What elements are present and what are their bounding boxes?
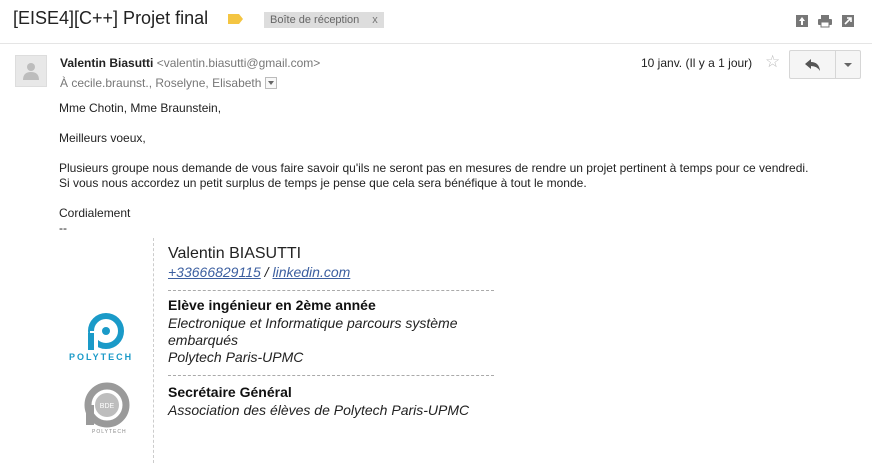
signature-school: Polytech Paris-UPMC bbox=[168, 349, 304, 365]
sender-email: <valentin.biasutti@gmail.com> bbox=[156, 56, 321, 70]
print-icon[interactable] bbox=[818, 14, 832, 28]
signature-name: Valentin BIASUTTI bbox=[168, 245, 302, 262]
recipients-line: À cecile.braunst., Roselyne, Elisabeth bbox=[60, 76, 278, 90]
inbox-label-text: Boîte de réception bbox=[270, 14, 360, 26]
sender-name[interactable]: Valentin Biasutti bbox=[60, 56, 153, 70]
linkedin-link[interactable]: linkedin.com bbox=[272, 264, 350, 280]
message-paragraph: Plusieurs groupe nous demande de vous fa… bbox=[59, 161, 809, 190]
link-separator: / bbox=[260, 264, 273, 280]
chevron-down-icon bbox=[844, 62, 852, 67]
signature-divider bbox=[153, 238, 154, 463]
bde-logo: BDE POLYTECH bbox=[84, 382, 130, 438]
signature-rule bbox=[168, 290, 494, 291]
subject-title: [EISE4][C++] Projet final bbox=[13, 8, 209, 28]
star-icon[interactable]: ☆ bbox=[765, 53, 780, 70]
signature-separator: -- bbox=[59, 221, 67, 235]
message-body: Mme Chotin, Mme Braunstein, Meilleurs vo… bbox=[59, 101, 819, 236]
greeting-text: Mme Chotin, Mme Braunstein, bbox=[59, 101, 222, 115]
signature-role-student: Elève ingénieur en 2ème année bbox=[168, 297, 376, 313]
more-options-button[interactable] bbox=[836, 51, 860, 78]
remove-label-button[interactable]: x bbox=[372, 14, 378, 26]
bde-logo-text: BDE bbox=[100, 403, 115, 410]
inbox-label-chip: Boîte de réception x bbox=[264, 12, 384, 28]
sender-line: Valentin Biasutti <valentin.biasutti@gma… bbox=[60, 56, 320, 70]
signature-association: Association des élèves de Polytech Paris… bbox=[168, 402, 470, 418]
polytech-logo: POLYTECH bbox=[66, 312, 146, 364]
reply-button[interactable] bbox=[790, 51, 836, 78]
phone-link[interactable]: +33666829115 bbox=[168, 264, 261, 280]
signature-rule bbox=[168, 375, 494, 376]
reply-icon bbox=[804, 58, 820, 71]
signature-links: +33666829115 / linkedin.com bbox=[168, 264, 350, 280]
polytech-logo-text: POLYTECH bbox=[69, 352, 134, 362]
show-details-icon[interactable] bbox=[265, 77, 278, 89]
signature-program: Electronique et Informatique parcours sy… bbox=[168, 315, 458, 348]
reply-button-group bbox=[789, 50, 861, 79]
message-date: 10 janv. (Il y a 1 jour) bbox=[641, 56, 753, 70]
avatar[interactable] bbox=[15, 55, 47, 87]
recipients-text: À cecile.braunst., Roselyne, Elisabeth bbox=[60, 76, 262, 90]
closing-text: Cordialement bbox=[59, 206, 131, 220]
wishes-text: Meilleurs voeux, bbox=[59, 131, 146, 145]
new-window-icon[interactable] bbox=[841, 14, 855, 28]
signature-role-secretary: Secrétaire Général bbox=[168, 384, 292, 400]
subject-header: [EISE4][C++] Projet final Boîte de récep… bbox=[0, 0, 872, 44]
important-label-icon[interactable] bbox=[228, 14, 243, 24]
bde-logo-subtext: POLYTECH bbox=[92, 429, 127, 435]
header-actions bbox=[795, 14, 855, 28]
expand-icon[interactable] bbox=[795, 14, 809, 28]
